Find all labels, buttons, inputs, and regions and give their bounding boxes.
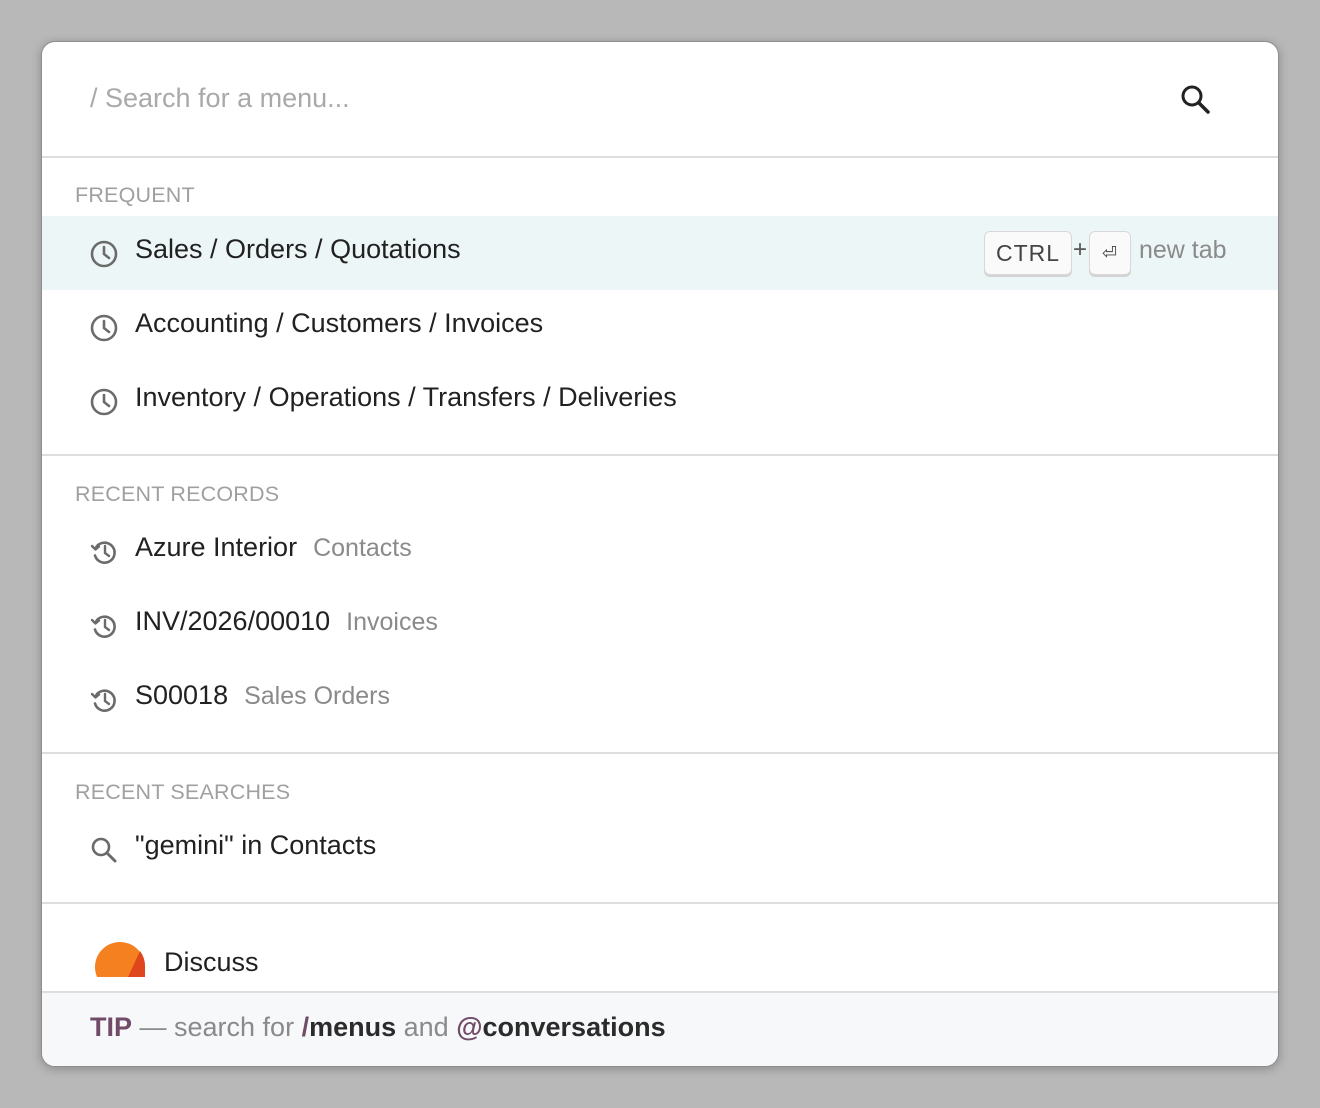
new-tab-hint: new tab bbox=[1139, 236, 1227, 264]
search-input[interactable] bbox=[90, 70, 1170, 126]
clock-icon bbox=[89, 239, 119, 269]
history-icon bbox=[89, 537, 119, 567]
tip-text: TIP — search for /menus and @conversatio… bbox=[90, 1012, 666, 1043]
record-model: Invoices bbox=[346, 608, 438, 636]
discuss-app-icon bbox=[94, 941, 146, 977]
record-model: Sales Orders bbox=[244, 682, 390, 710]
tip-and: and bbox=[396, 1012, 457, 1042]
search-bar bbox=[42, 42, 1278, 158]
frequent-item-label: Accounting / Customers / Invoices bbox=[135, 308, 544, 338]
frequent-item-label: Inventory / Operations / Transfers / Del… bbox=[135, 382, 677, 412]
recent-records-section: RECENT RECORDS Azure Interior Contacts IN… bbox=[42, 456, 1278, 754]
recent-search-item[interactable]: "gemini" in Contacts bbox=[42, 812, 1278, 886]
record-name: S00018 bbox=[135, 680, 229, 710]
command-palette-dialog: FREQUENT Sales / Orders / Quotations CTR… bbox=[41, 41, 1279, 1067]
recent-record-item[interactable]: INV/2026/00010 Invoices bbox=[42, 588, 1278, 662]
frequent-item-accounting-invoices[interactable]: Accounting / Customers / Invoices bbox=[42, 290, 1278, 364]
frequent-item-inventory-deliveries[interactable]: Inventory / Operations / Transfers / Del… bbox=[42, 364, 1278, 438]
search-icon bbox=[89, 835, 119, 865]
clock-icon bbox=[89, 387, 119, 417]
section-title-frequent: FREQUENT bbox=[75, 183, 195, 207]
record-label: Azure Interior Contacts bbox=[135, 532, 412, 563]
tip-slash: / bbox=[301, 1012, 310, 1042]
recent-record-item[interactable]: S00018 Sales Orders bbox=[42, 662, 1278, 736]
clock-icon bbox=[89, 313, 119, 343]
tip-at: @ bbox=[456, 1012, 483, 1042]
record-name: Azure Interior bbox=[135, 532, 298, 562]
recent-search-label: "gemini" in Contacts bbox=[135, 830, 377, 860]
record-model: Contacts bbox=[313, 534, 412, 562]
record-name: INV/2026/00010 bbox=[135, 606, 331, 636]
tip-dash: — search for bbox=[132, 1012, 302, 1042]
app-item-discuss[interactable]: Discuss bbox=[42, 902, 1278, 992]
frequent-section: FREQUENT Sales / Orders / Quotations CTR… bbox=[42, 158, 1278, 456]
recent-searches-section: RECENT SEARCHES "gemini" in Contacts bbox=[42, 754, 1278, 904]
record-label: INV/2026/00010 Invoices bbox=[135, 606, 438, 637]
ctrl-key: CTRL bbox=[984, 231, 1072, 275]
section-title-recent-records: RECENT RECORDS bbox=[75, 482, 280, 506]
tip-conversations: conversations bbox=[482, 1012, 666, 1042]
frequent-item-label: Sales / Orders / Quotations bbox=[135, 234, 461, 264]
history-icon bbox=[89, 611, 119, 641]
shortcut-plus: + bbox=[1073, 236, 1088, 263]
tip-menus: menus bbox=[309, 1012, 397, 1042]
tip-bar: TIP — search for /menus and @conversatio… bbox=[42, 991, 1278, 1066]
history-icon bbox=[89, 685, 119, 715]
search-icon[interactable] bbox=[1178, 82, 1214, 118]
recent-record-item[interactable]: Azure Interior Contacts bbox=[42, 514, 1278, 588]
tip-prefix: TIP bbox=[90, 1012, 133, 1042]
record-label: S00018 Sales Orders bbox=[135, 680, 390, 711]
frequent-item-sales-quotations[interactable]: Sales / Orders / Quotations CTRL + ⏎ new… bbox=[42, 216, 1278, 290]
enter-key: ⏎ bbox=[1089, 231, 1131, 275]
app-label: Discuss bbox=[164, 947, 259, 977]
section-title-recent-searches: RECENT SEARCHES bbox=[75, 780, 291, 804]
